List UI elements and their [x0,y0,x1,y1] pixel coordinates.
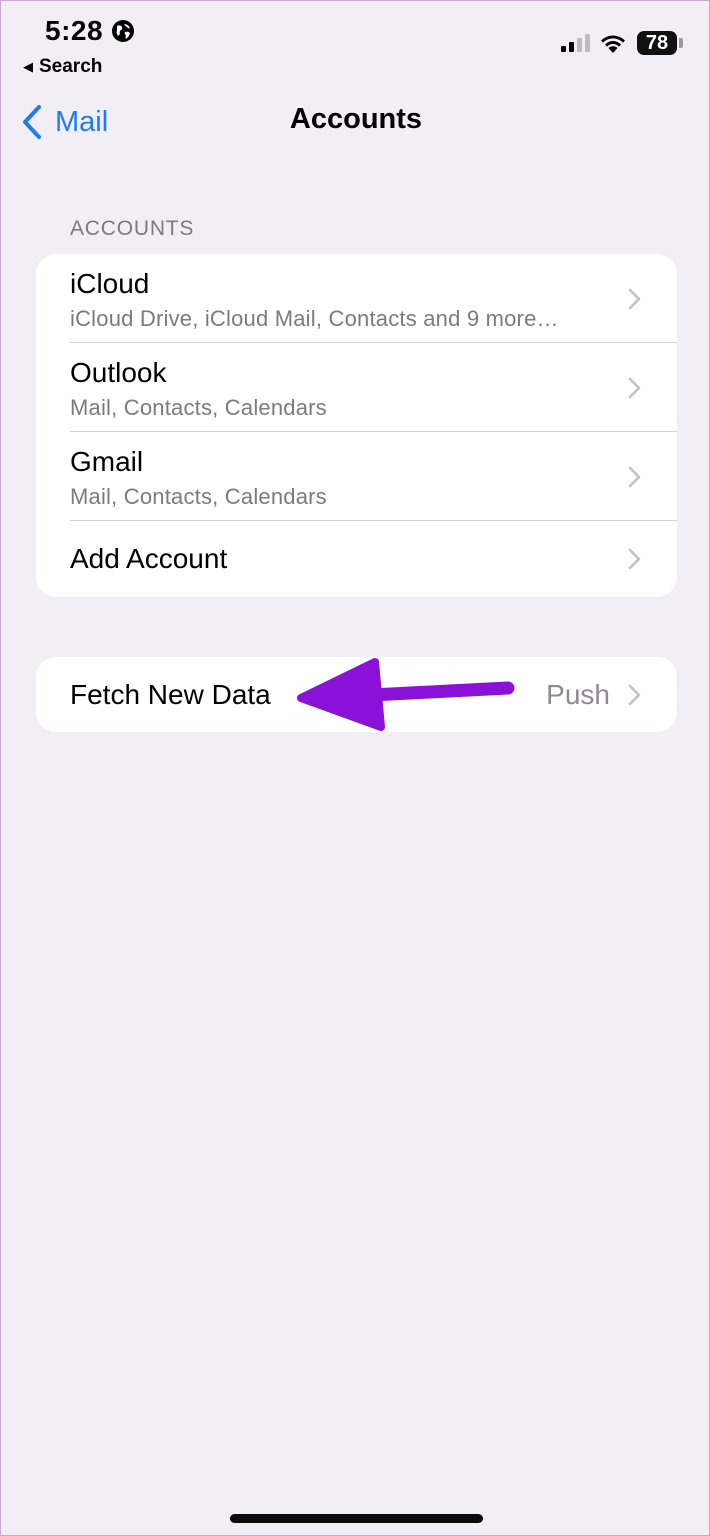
battery-icon: 78 [637,31,677,55]
battery-cap [679,38,683,48]
wifi-icon [601,35,625,53]
section-header-accounts: ACCOUNTS [70,217,195,240]
home-indicator[interactable] [230,1514,483,1523]
back-triangle-icon: ◀ [23,59,33,74]
account-subtitle: Mail, Contacts, Calendars [70,395,327,420]
account-subtitle: Mail, Contacts, Calendars [70,484,327,509]
account-title: iCloud [70,268,150,299]
chevron-right-icon [628,684,641,706]
account-title: Gmail [70,446,144,477]
status-bar: 5:28 ◀ Search 78 [1,1,710,91]
globe-icon [112,20,134,42]
back-to-app-link[interactable]: ◀ Search [23,56,102,78]
chevron-right-icon [628,288,641,310]
fetch-new-data-label: Fetch New Data [70,679,271,710]
account-title: Outlook [70,357,167,388]
chevron-right-icon [628,548,641,570]
status-time: 5:28 [45,15,104,46]
fetch-value: Push [546,679,610,710]
add-account-button[interactable]: Add Account [36,521,677,597]
chevron-right-icon [628,466,641,488]
back-app-label: Search [39,56,103,77]
account-row-gmail[interactable]: Gmail Mail, Contacts, Calendars [36,432,677,521]
account-row-outlook[interactable]: Outlook Mail, Contacts, Calendars [36,343,677,432]
annotation-arrow [297,658,515,731]
page-title: Accounts [289,103,423,135]
signal-icon [561,34,590,52]
accounts-list: iCloud iCloud Drive, iCloud Mail, Contac… [36,254,677,597]
chevron-right-icon [628,377,641,399]
add-account-label: Add Account [70,543,228,574]
account-subtitle: iCloud Drive, iCloud Mail, Contacts and … [70,306,559,331]
account-row-icloud[interactable]: iCloud iCloud Drive, iCloud Mail, Contac… [36,254,677,343]
